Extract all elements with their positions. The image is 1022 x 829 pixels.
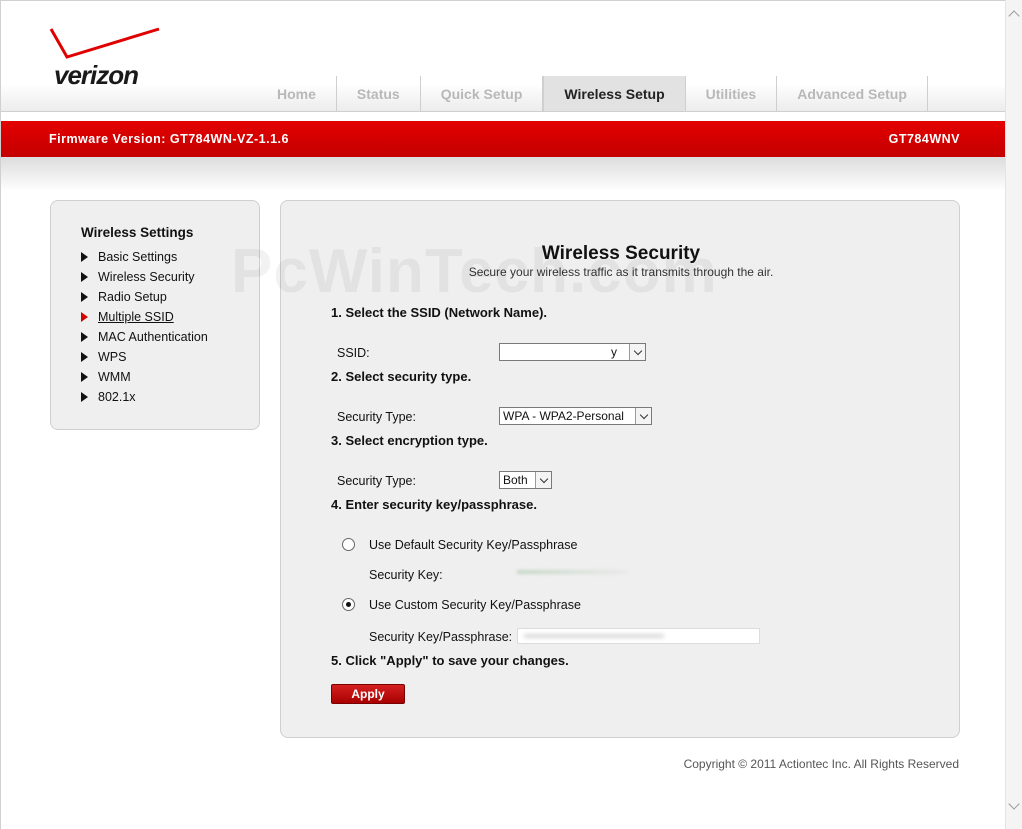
vertical-scrollbar[interactable] xyxy=(1005,0,1022,829)
scroll-up-icon[interactable] xyxy=(1008,10,1020,22)
radio-default-key[interactable] xyxy=(342,538,355,551)
security-type-label: Security Type: xyxy=(337,410,416,424)
custom-key-input[interactable] xyxy=(517,628,760,644)
tab-utilities[interactable]: Utilities xyxy=(686,76,778,112)
sidebar-item-label: MAC Authentication xyxy=(98,330,208,344)
tab-label: Quick Setup xyxy=(440,86,523,102)
page-title: Wireless Security xyxy=(541,243,701,264)
arrow-right-icon xyxy=(81,252,88,262)
ssid-select[interactable]: y xyxy=(499,343,646,361)
firmware-banner: Firmware Version: GT784WN-VZ-1.1.6 GT784… xyxy=(1,121,1005,157)
ssid-label: SSID: xyxy=(337,346,370,360)
sidebar-title: Wireless Settings xyxy=(81,225,194,240)
step-5-heading: 5. Click "Apply" to save your changes. xyxy=(331,653,569,668)
custom-key-label: Security Key/Passphrase: xyxy=(369,630,513,644)
verizon-wordmark: verizon xyxy=(54,60,139,90)
header-divider xyxy=(1,111,1005,112)
banner-shadow xyxy=(1,157,1005,191)
arrow-right-icon xyxy=(81,312,88,322)
sidebar-item-label: Basic Settings xyxy=(98,250,178,264)
sidebar-item-label: WMM xyxy=(98,370,131,384)
step-3-heading: 3. Select encryption type. xyxy=(331,433,488,448)
apply-button[interactable]: Apply xyxy=(331,684,405,704)
encryption-type-select[interactable]: Both xyxy=(499,471,552,489)
sidebar-item-wireless-security[interactable]: Wireless Security xyxy=(81,267,208,287)
browser-page: verizon Home Status Quick Setup Wireless… xyxy=(0,0,1005,829)
default-key-value-redacted xyxy=(517,570,627,574)
header: verizon Home Status Quick Setup Wireless… xyxy=(1,1,1005,112)
custom-key-value-redacted xyxy=(524,634,664,638)
chevron-down-icon xyxy=(635,408,651,424)
scroll-down-icon[interactable] xyxy=(1008,798,1020,810)
step-1-heading: 1. Select the SSID (Network Name). xyxy=(331,305,548,320)
tab-advanced-setup[interactable]: Advanced Setup xyxy=(777,76,928,112)
main-nav: Home Status Quick Setup Wireless Setup U… xyxy=(257,76,928,112)
radio-custom-key-label: Use Custom Security Key/Passphrase xyxy=(369,598,581,612)
copyright: Copyright © 2011 Actiontec Inc. All Righ… xyxy=(683,757,959,771)
chevron-down-icon xyxy=(629,344,645,360)
chevron-down-icon xyxy=(535,472,551,488)
arrow-right-icon xyxy=(81,272,88,282)
page-subtitle: Secure your wireless traffic as it trans… xyxy=(468,265,774,279)
tab-label: Wireless Setup xyxy=(564,86,665,102)
tab-label: Status xyxy=(356,86,400,102)
sidebar-item-label: 802.1x xyxy=(98,390,136,404)
tab-home[interactable]: Home xyxy=(257,76,337,112)
tab-quick-setup[interactable]: Quick Setup xyxy=(421,76,544,112)
firmware-version: Firmware Version: GT784WN-VZ-1.1.6 xyxy=(49,132,289,146)
sidebar-item-basic-settings[interactable]: Basic Settings xyxy=(81,247,208,267)
ssid-value: y xyxy=(611,345,617,359)
sidebar-item-label: Radio Setup xyxy=(98,290,167,304)
device-model: GT784WNV xyxy=(888,132,960,146)
arrow-right-icon xyxy=(81,352,88,362)
sidebar-item-radio-setup[interactable]: Radio Setup xyxy=(81,287,208,307)
step-2-heading: 2. Select security type. xyxy=(331,369,472,384)
tab-status[interactable]: Status xyxy=(337,76,421,112)
arrow-right-icon xyxy=(81,392,88,402)
sidebar: Wireless Settings Basic Settings Wireles… xyxy=(50,200,260,430)
tab-wireless-setup[interactable]: Wireless Setup xyxy=(543,76,686,112)
encryption-type-label: Security Type: xyxy=(337,474,416,488)
arrow-right-icon xyxy=(81,332,88,342)
security-type-value: WPA - WPA2-Personal xyxy=(503,409,624,423)
radio-custom-key[interactable] xyxy=(342,598,355,611)
arrow-right-icon xyxy=(81,292,88,302)
sidebar-item-multiple-ssid[interactable]: Multiple SSID xyxy=(81,307,208,327)
encryption-type-value: Both xyxy=(503,473,528,487)
sidebar-item-wps[interactable]: WPS xyxy=(81,347,208,367)
arrow-right-icon xyxy=(81,372,88,382)
sidebar-item-label: WPS xyxy=(98,350,127,364)
step-4-heading: 4. Enter security key/passphrase. xyxy=(331,497,537,512)
default-key-label: Security Key: xyxy=(369,568,443,582)
tab-label: Utilities xyxy=(705,86,757,102)
sidebar-item-wmm[interactable]: WMM xyxy=(81,367,208,387)
sidebar-item-label: Multiple SSID xyxy=(98,310,174,324)
radio-default-key-label: Use Default Security Key/Passphrase xyxy=(369,538,578,552)
sidebar-item-label: Wireless Security xyxy=(98,270,195,284)
wireless-security-panel: Wireless Security Secure your wireless t… xyxy=(280,200,960,738)
verizon-checkmark-icon xyxy=(49,27,160,59)
sidebar-menu: Basic Settings Wireless Security Radio S… xyxy=(81,247,208,407)
sidebar-item-8021x[interactable]: 802.1x xyxy=(81,387,208,407)
security-type-select[interactable]: WPA - WPA2-Personal xyxy=(499,407,652,425)
verizon-logo[interactable]: verizon xyxy=(49,25,164,95)
sidebar-item-mac-authentication[interactable]: MAC Authentication xyxy=(81,327,208,347)
tab-label: Advanced Setup xyxy=(797,86,907,102)
tab-label: Home xyxy=(277,86,316,102)
